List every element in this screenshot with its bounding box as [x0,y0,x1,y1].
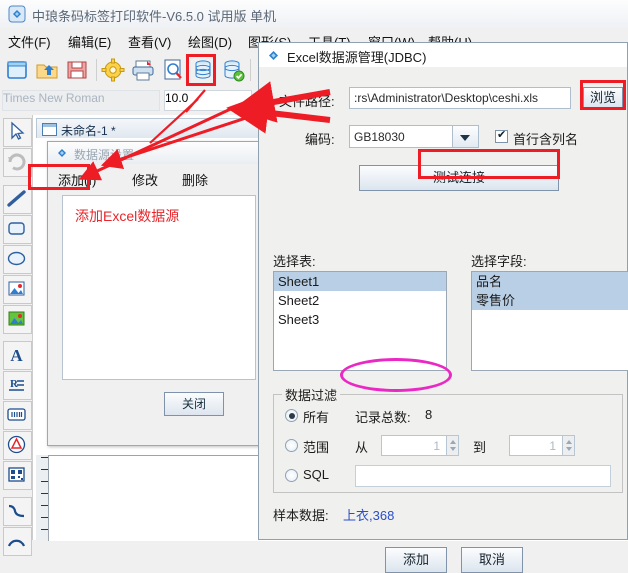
application-window: 中琅条码标签打印软件-V6.5.0 试用版 单机 文件(F) 编辑(E) 查看(… [0,0,628,573]
rounded-rect-icon[interactable] [3,215,32,244]
range-to-input[interactable]: 1 [509,435,575,456]
open-folder-icon[interactable] [34,57,60,83]
excel-dialog-title: Excel数据源管理(JDBC) [287,50,427,65]
encoding-dropdown-button[interactable] [452,126,478,147]
app-title: 中琅条码标签打印软件-V6.5.0 试用版 单机 [32,9,277,24]
annotation-box-test-connection [418,149,560,179]
document-icon [42,123,57,136]
record-count-value: 8 [425,407,433,422]
filter-sql-radio[interactable] [285,469,298,482]
save-icon[interactable] [64,57,90,83]
range-to-label: 到 [473,440,487,455]
document-tab[interactable]: 未命名-1 * [36,118,268,138]
picture-icon[interactable] [3,305,32,334]
filter-all-label: 所有 [303,410,330,425]
list-item[interactable]: 品名 [472,272,628,291]
print-preview-icon[interactable] [160,57,186,83]
app-logo-icon [58,149,66,157]
filter-range-radio[interactable] [285,439,298,452]
datasource-dialog-title: 数据源设置 [74,148,135,162]
range-from-input[interactable]: 1 [381,435,459,456]
new-document-icon[interactable] [4,57,30,83]
settings-gear-icon[interactable] [100,57,126,83]
first-row-header-label: 首行含列名 [513,132,579,147]
font-size-select[interactable]: 10.0 [164,90,252,111]
menu-draw[interactable]: 绘图(D) [188,32,232,51]
list-item[interactable]: Sheet2 [274,291,446,310]
font-family-select[interactable]: Times New Roman [2,90,160,111]
print-icon[interactable] [130,57,156,83]
table-list[interactable]: Sheet1 Sheet2 Sheet3 [273,271,447,371]
file-path-input[interactable]: :rs\Administrator\Desktop\ceshi.xls [349,87,571,109]
filter-sql-label: SQL [303,467,330,482]
qrcode-icon[interactable] [3,461,32,490]
list-item[interactable]: 零售价 [472,291,628,310]
sample-data-label: 样本数据: [273,508,329,523]
range-to-value: 1 [549,439,556,453]
list-item[interactable]: Sheet3 [274,310,446,329]
toolbar-separator-2 [250,59,251,81]
data-filter-legend: 数据过滤 [285,388,338,403]
field-list[interactable]: 品名 零售价 [471,271,628,371]
app-logo-icon [269,51,278,60]
range-from-stepper[interactable] [446,435,459,456]
datasource-list[interactable]: 添加Excel数据源 [62,195,256,380]
first-row-header-checkbox[interactable] [495,128,508,143]
barcode-icon[interactable] [3,401,32,430]
arc-icon[interactable] [3,527,32,556]
image-icon[interactable] [3,275,32,304]
chevron-down-icon [460,135,470,141]
document-tab-label: 未命名-1 * [61,124,116,138]
sample-data-value: 上衣,368 [343,508,395,523]
range-from-label: 从 [355,440,369,455]
datasource-delete-button[interactable]: 删除 [182,170,208,189]
annotation-box-add [28,164,90,190]
excel-datasource-dialog: Excel数据源管理(JDBC) 文件路径: :rs\Administrator… [258,42,628,573]
annotation-ellipse-record-count [340,358,452,392]
list-item[interactable]: Sheet1 [274,272,446,291]
range-from-value: 1 [433,439,440,453]
excel-dialog-titlebar: Excel数据源管理(JDBC) [259,43,627,67]
filter-all-radio[interactable] [285,409,298,422]
ellipse-icon[interactable] [3,245,32,274]
select-pointer-icon[interactable] [3,118,32,147]
select-table-label: 选择表: [273,254,316,269]
file-path-value: :rs\Administrator\Desktop\ceshi.xls [354,91,539,105]
richtext-icon[interactable]: R [3,371,32,400]
menu-file[interactable]: 文件(F) [8,32,51,51]
datasource-close-button[interactable]: 关闭 [164,392,224,416]
filter-range-label: 范围 [303,440,330,455]
cancel-button[interactable]: 取消 [461,547,523,573]
datasource-dialog-titlebar: 数据源设置 [48,142,268,164]
menu-edit[interactable]: 编辑(E) [68,32,111,51]
encoding-value: GB18030 [354,130,405,144]
font-size-value: 10.0 [165,91,189,105]
record-count-label: 记录总数: [355,410,411,425]
encoding-label: 编码: [305,132,335,147]
annotation-add-excel-datasource: 添加Excel数据源 [75,208,180,224]
title-bar: 中琅条码标签打印软件-V6.5.0 试用版 单机 [0,0,628,28]
svg-text:R: R [10,378,19,390]
datasource-modify-button[interactable]: 修改 [132,170,158,189]
svg-text:A: A [10,346,23,365]
encoding-select[interactable]: GB18030 [349,125,479,148]
database-connected-icon[interactable] [220,57,246,83]
file-path-label: 文件路径: [279,94,335,109]
range-to-stepper[interactable] [562,435,575,456]
annotation-box-browse [580,80,626,110]
text-icon[interactable]: A [3,341,32,370]
curve-icon[interactable] [3,497,32,526]
toolbar-separator-1 [96,59,97,81]
add-button[interactable]: 添加 [385,547,447,573]
font-family-value: Times New Roman [3,91,105,105]
annotation-box-database-icon [186,54,216,86]
app-logo-icon [8,5,26,23]
shape-icon[interactable] [3,431,32,460]
sql-input[interactable] [355,465,611,487]
menu-view[interactable]: 查看(V) [128,32,171,51]
select-field-label: 选择字段: [471,254,527,269]
